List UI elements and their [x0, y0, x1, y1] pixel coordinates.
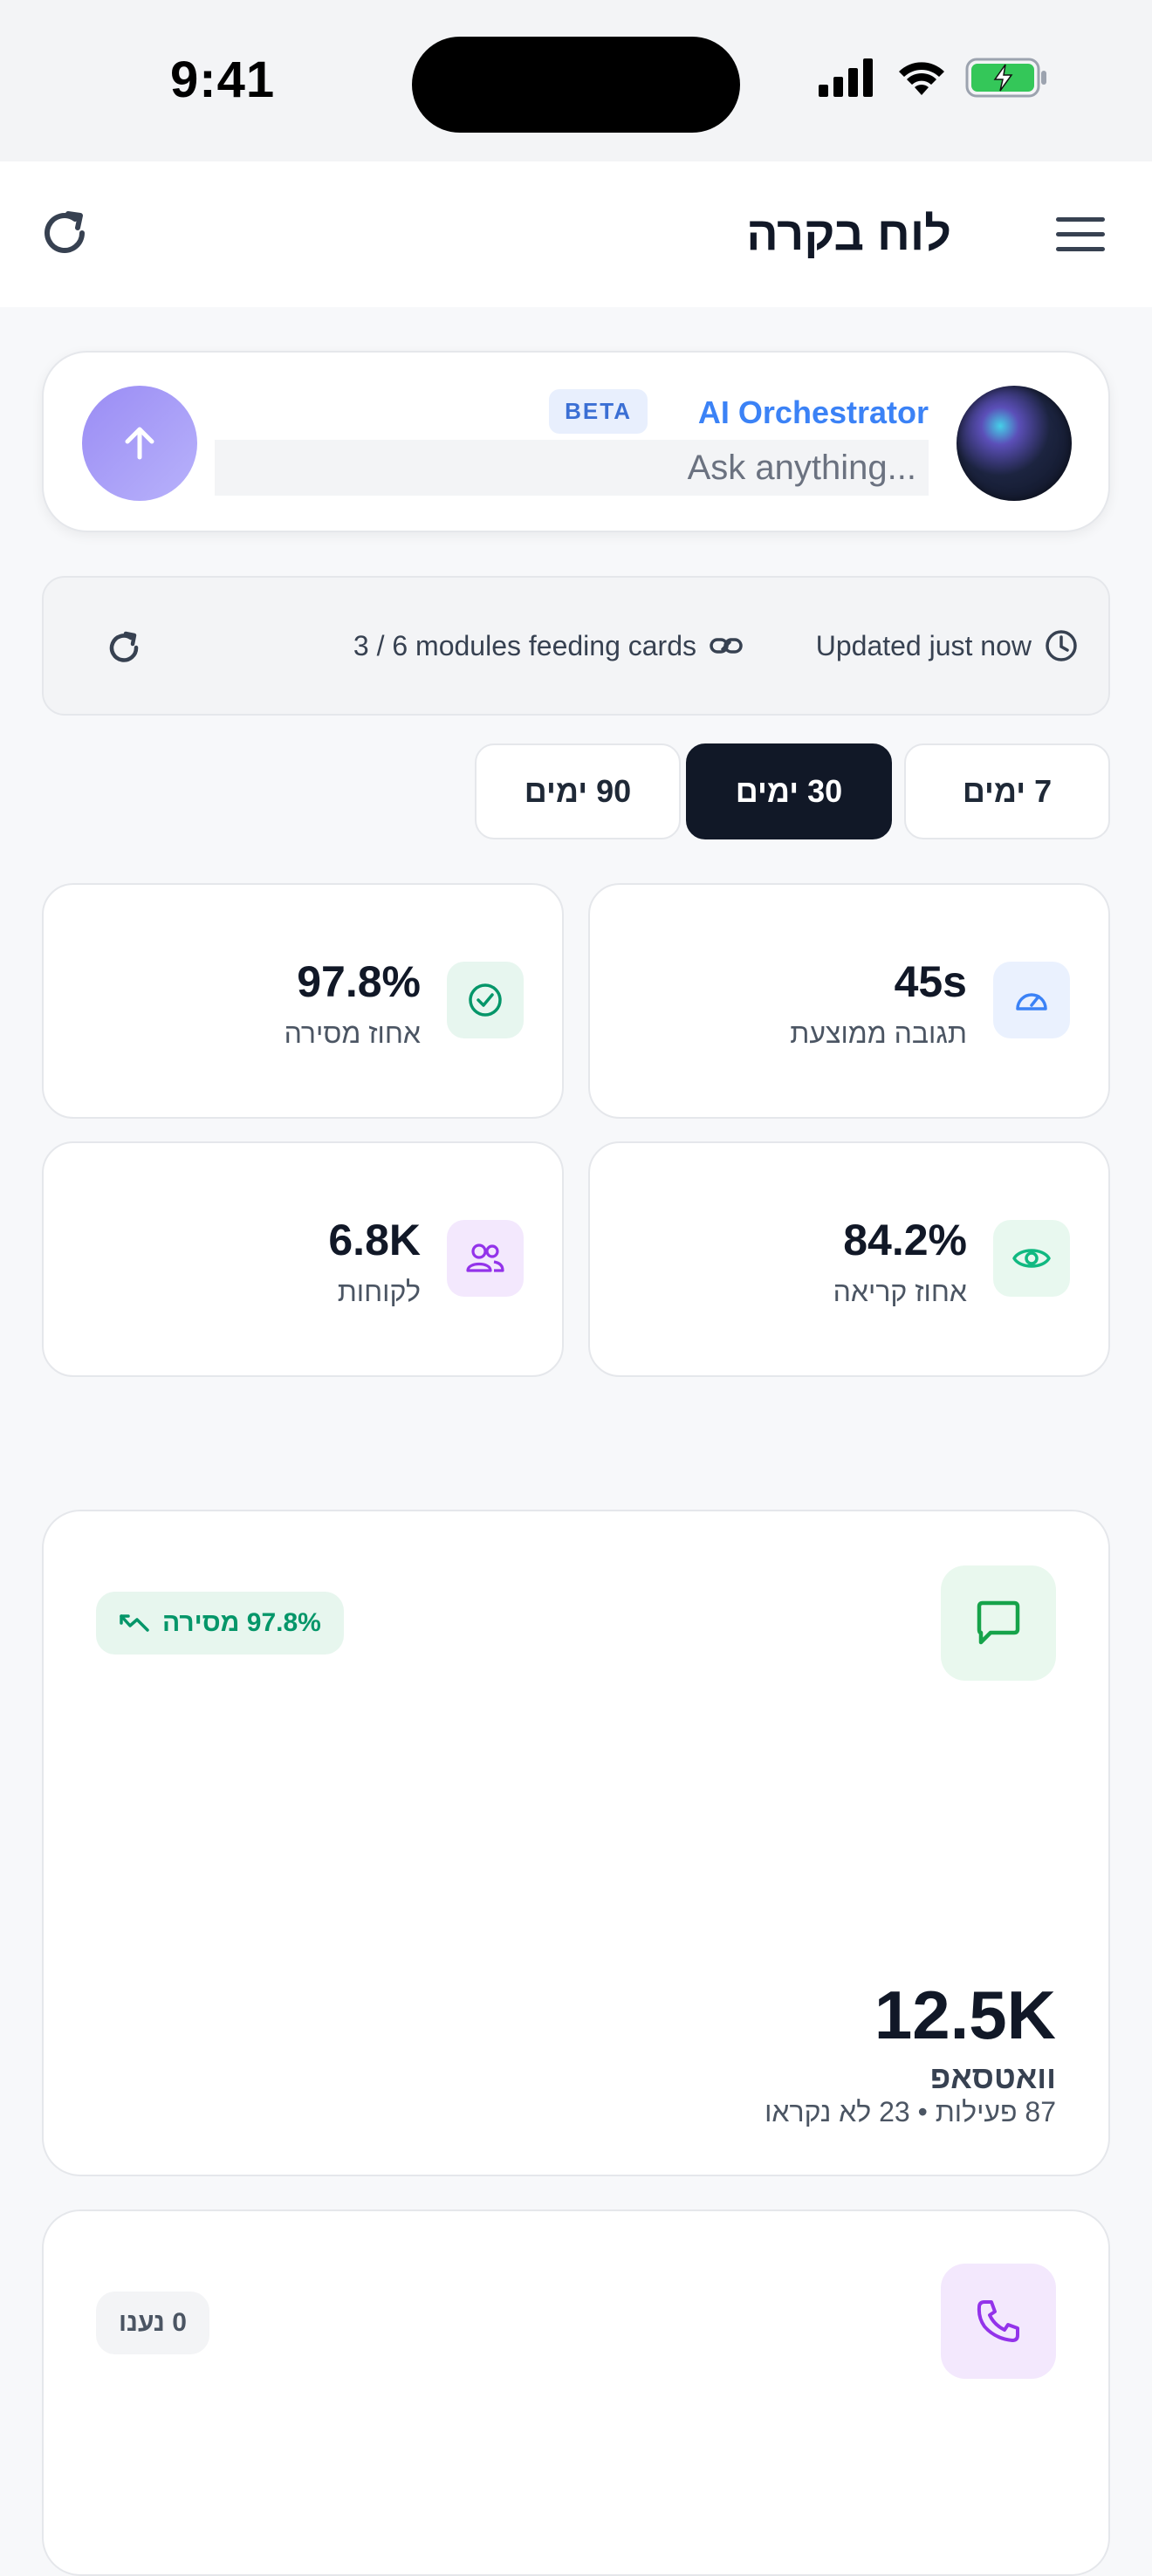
ai-ask-input[interactable]: [215, 440, 929, 496]
menu-icon: [1056, 217, 1105, 251]
stat-value: 6.8K: [328, 1216, 421, 1264]
sync-updated-label: Updated just now: [815, 629, 1032, 661]
channel-icon-box: [941, 1565, 1056, 1681]
stat-label: תגובה ממוצעת: [790, 1017, 967, 1049]
delivery-badge: 97.8% מסירה: [96, 1592, 344, 1655]
stat-label: אחוז קריאה: [833, 1276, 967, 1307]
check-circle-icon: [469, 983, 502, 1017]
refresh-icon: [45, 211, 85, 253]
status-bar: 9:41: [0, 0, 1152, 161]
sync-refresh-button[interactable]: [105, 628, 143, 667]
status-time: 9:41: [170, 51, 276, 108]
stat-value: 97.8%: [297, 957, 421, 1006]
sync-status-bar: Updated just now 3 / 6 modules feeding c…: [42, 576, 1110, 716]
trend-icon: [120, 1614, 149, 1632]
stat-icon-box: [447, 962, 524, 1038]
refresh-button[interactable]: [37, 205, 93, 261]
dynamic-island: [412, 37, 740, 133]
channel-icon-box: [941, 2264, 1056, 2379]
stat-card-customers[interactable]: 6.8K לקוחות: [42, 1141, 564, 1377]
ai-orchestrator-card: AI Orchestrator BETA: [42, 351, 1110, 532]
sync-updated: Updated just now: [816, 628, 1079, 663]
delivery-badge-label: 97.8% מסירה: [162, 1608, 321, 1637]
menu-button[interactable]: [1054, 210, 1107, 259]
ai-avatar: [957, 386, 1072, 501]
channel-card-whatsapp[interactable]: 97.8% מסירה 12.5K וואטסאפ 87 פעילות • 23…: [42, 1510, 1110, 2176]
link-icon: [710, 638, 743, 654]
stat-card-read-rate[interactable]: 84.2% אחוז קריאה: [588, 1141, 1110, 1377]
beta-badge: BETA: [549, 389, 648, 434]
signal-icon: [819, 58, 873, 97]
phone-icon: [977, 2300, 1019, 2342]
eye-icon: [1012, 1249, 1051, 1268]
sync-modules-label: 3 / 6 modules feeding cards: [353, 629, 696, 661]
stat-icon-box: [993, 1220, 1070, 1297]
range-7-days-button[interactable]: 7 ימים: [904, 743, 1110, 839]
wifi-icon: [899, 62, 944, 95]
battery-charging-icon: [965, 58, 1046, 98]
stat-card-avg-response[interactable]: 45s תגובה ממוצעת: [588, 883, 1110, 1119]
channel-subtitle: 87 פעילות • 23 לא נקראו: [765, 2096, 1056, 2127]
chat-icon: [977, 1600, 1020, 1645]
gauge-icon: [1016, 993, 1047, 1011]
range-90-days-button[interactable]: 90 ימים: [475, 743, 681, 839]
stat-card-delivery-rate[interactable]: 97.8% אחוז מסירה: [42, 883, 564, 1119]
refresh-icon: [109, 631, 139, 662]
stat-value: 84.2%: [843, 1216, 967, 1264]
answered-badge-label: 0 נענו: [119, 2308, 187, 2337]
stat-icon-box: [447, 1220, 524, 1297]
users-icon: [466, 1243, 504, 1272]
sync-modules: 3 / 6 modules feeding cards: [353, 628, 744, 663]
arrow-up-icon: [125, 427, 154, 460]
channel-card-phone[interactable]: 0 נענו: [42, 2209, 1110, 2576]
page-title: לוח בקרה: [746, 208, 951, 260]
send-button[interactable]: [82, 386, 197, 501]
stat-value: 45s: [894, 957, 967, 1006]
range-30-days-button[interactable]: 30 ימים: [686, 743, 892, 839]
clock-icon: [1046, 630, 1077, 661]
stat-label: לקוחות: [337, 1276, 421, 1307]
app-header: לוח בקרה: [0, 161, 1152, 307]
answered-badge: 0 נענו: [96, 2292, 209, 2354]
channel-value: 12.5K: [874, 1977, 1056, 2053]
stat-label: אחוז מסירה: [284, 1017, 421, 1049]
status-icons: [817, 58, 1049, 98]
stat-icon-box: [993, 962, 1070, 1038]
ai-orchestrator-name: AI Orchestrator: [697, 394, 929, 430]
channel-name: וואטסאפ: [929, 2059, 1056, 2095]
